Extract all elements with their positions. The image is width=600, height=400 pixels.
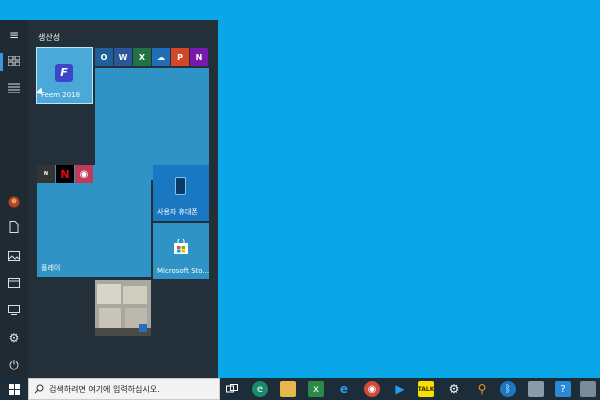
powerpoint-icon[interactable]: P: [171, 48, 189, 66]
chrome-icon[interactable]: ◉: [364, 381, 380, 397]
windows-logo-icon: [8, 383, 20, 395]
play-label: 플레이: [41, 264, 61, 272]
edge-icon[interactable]: e: [252, 381, 268, 397]
video-folder-icon[interactable]: [4, 275, 24, 293]
power-icon[interactable]: ⏻: [4, 356, 24, 374]
bluetooth-icon[interactable]: ᛒ: [500, 381, 516, 397]
all-apps-list-icon[interactable]: [4, 80, 24, 98]
camera-icon: ◉: [75, 165, 93, 183]
start-rail: ≡ ⚙ ⏻: [0, 20, 28, 378]
start-button[interactable]: [0, 378, 28, 400]
excel-app-icon[interactable]: x: [308, 381, 324, 397]
file-explorer-icon[interactable]: [280, 381, 296, 397]
pictures-icon[interactable]: [4, 248, 24, 266]
taskbar: 검색하려면 여기에 입력하십시오. e x e ◉ ▶ TALK ⚙ ⚲ ᛒ ?: [0, 378, 600, 400]
rail-active-indicator: [0, 53, 3, 71]
store-tile[interactable]: Microsoft Sto...: [153, 223, 209, 279]
phone-label: 사용자 휴대폰: [157, 208, 198, 216]
settings-icon[interactable]: ⚙: [4, 329, 24, 347]
onedrive-icon[interactable]: ☁: [152, 48, 170, 66]
word-icon[interactable]: W: [114, 48, 132, 66]
photo-thumbnail: [95, 280, 151, 336]
hamburger-menu-icon[interactable]: ≡: [4, 26, 24, 44]
store-label: Microsoft Sto...: [157, 267, 210, 275]
phone-icon: [175, 177, 186, 195]
taskbar-search[interactable]: 검색하려면 여기에 입력하십시오.: [28, 378, 220, 400]
tiles-view-icon[interactable]: [4, 53, 24, 71]
media-player-icon[interactable]: ▶: [392, 381, 408, 397]
outlook-icon[interactable]: O: [95, 48, 113, 66]
play-folder-tile[interactable]: N N ◉ 플레이: [37, 165, 151, 277]
search-app-icon[interactable]: ⚲: [474, 381, 490, 397]
app-icon[interactable]: [580, 381, 596, 397]
remote-desktop-icon[interactable]: [528, 381, 544, 397]
start-menu: ≡ ⚙ ⏻ 생산성 F Feem 2018 O W X ☁ P N N N ◉ …: [0, 20, 218, 378]
phone-tile[interactable]: 사용자 휴대폰: [153, 165, 209, 221]
excel-icon[interactable]: X: [133, 48, 151, 66]
documents-icon[interactable]: [4, 220, 24, 238]
feem-icon: F: [55, 64, 73, 82]
task-view-icon[interactable]: [224, 381, 240, 397]
feem-tile[interactable]: F Feem 2018: [36, 47, 93, 104]
office-group-tile[interactable]: [95, 68, 209, 180]
user-avatar-icon[interactable]: [4, 195, 24, 213]
feem-label: Feem 2018: [41, 91, 81, 99]
help-icon[interactable]: ?: [555, 381, 571, 397]
search-placeholder: 검색하려면 여기에 입력하십시오.: [49, 385, 160, 394]
settings-gear-icon[interactable]: ⚙: [446, 381, 462, 397]
group-title: 생산성: [38, 33, 61, 42]
network-icon[interactable]: [4, 302, 24, 320]
kakaotalk-icon[interactable]: TALK: [418, 381, 434, 397]
photos-tile[interactable]: [95, 280, 151, 336]
ie-icon[interactable]: e: [336, 381, 352, 397]
search-icon: [34, 384, 44, 394]
nintendo-icon: N: [37, 165, 55, 183]
store-icon: [174, 239, 188, 254]
onenote-icon[interactable]: N: [190, 48, 208, 66]
netflix-icon: N: [56, 165, 74, 183]
